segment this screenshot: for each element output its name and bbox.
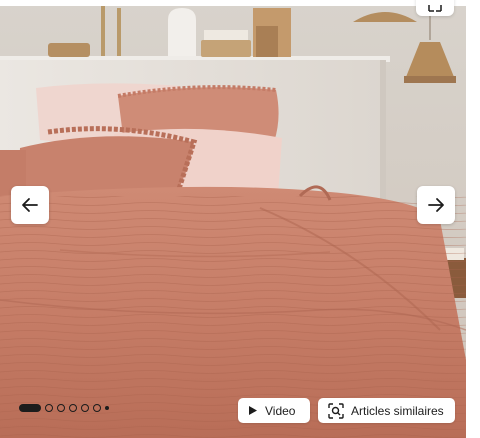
top-edge (0, 0, 466, 6)
page-gutter (466, 0, 480, 438)
product-photo[interactable] (0, 0, 466, 438)
product-image-gallery[interactable]: Video Articles similaires (0, 0, 466, 438)
arrow-left-icon (22, 198, 38, 212)
similar-items-button[interactable]: Articles similaires (318, 398, 455, 423)
pagination-dot[interactable] (81, 404, 89, 412)
play-icon (248, 405, 258, 416)
pagination-dot-active[interactable] (19, 404, 41, 412)
previous-image-button[interactable] (11, 186, 49, 224)
pagination-dot[interactable] (45, 404, 53, 412)
video-button[interactable]: Video (238, 398, 310, 423)
video-label: Video (265, 403, 296, 418)
pagination-dot[interactable] (93, 404, 101, 412)
expand-button[interactable] (416, 0, 454, 16)
arrow-right-icon (428, 198, 444, 212)
expand-icon (428, 5, 442, 12)
visual-search-icon (328, 402, 344, 419)
carousel-pagination (19, 403, 109, 413)
pagination-dot[interactable] (69, 404, 77, 412)
similar-items-label: Articles similaires (351, 403, 444, 418)
next-image-button[interactable] (417, 186, 455, 224)
pagination-dot[interactable] (57, 404, 65, 412)
pagination-dot[interactable] (105, 406, 109, 410)
